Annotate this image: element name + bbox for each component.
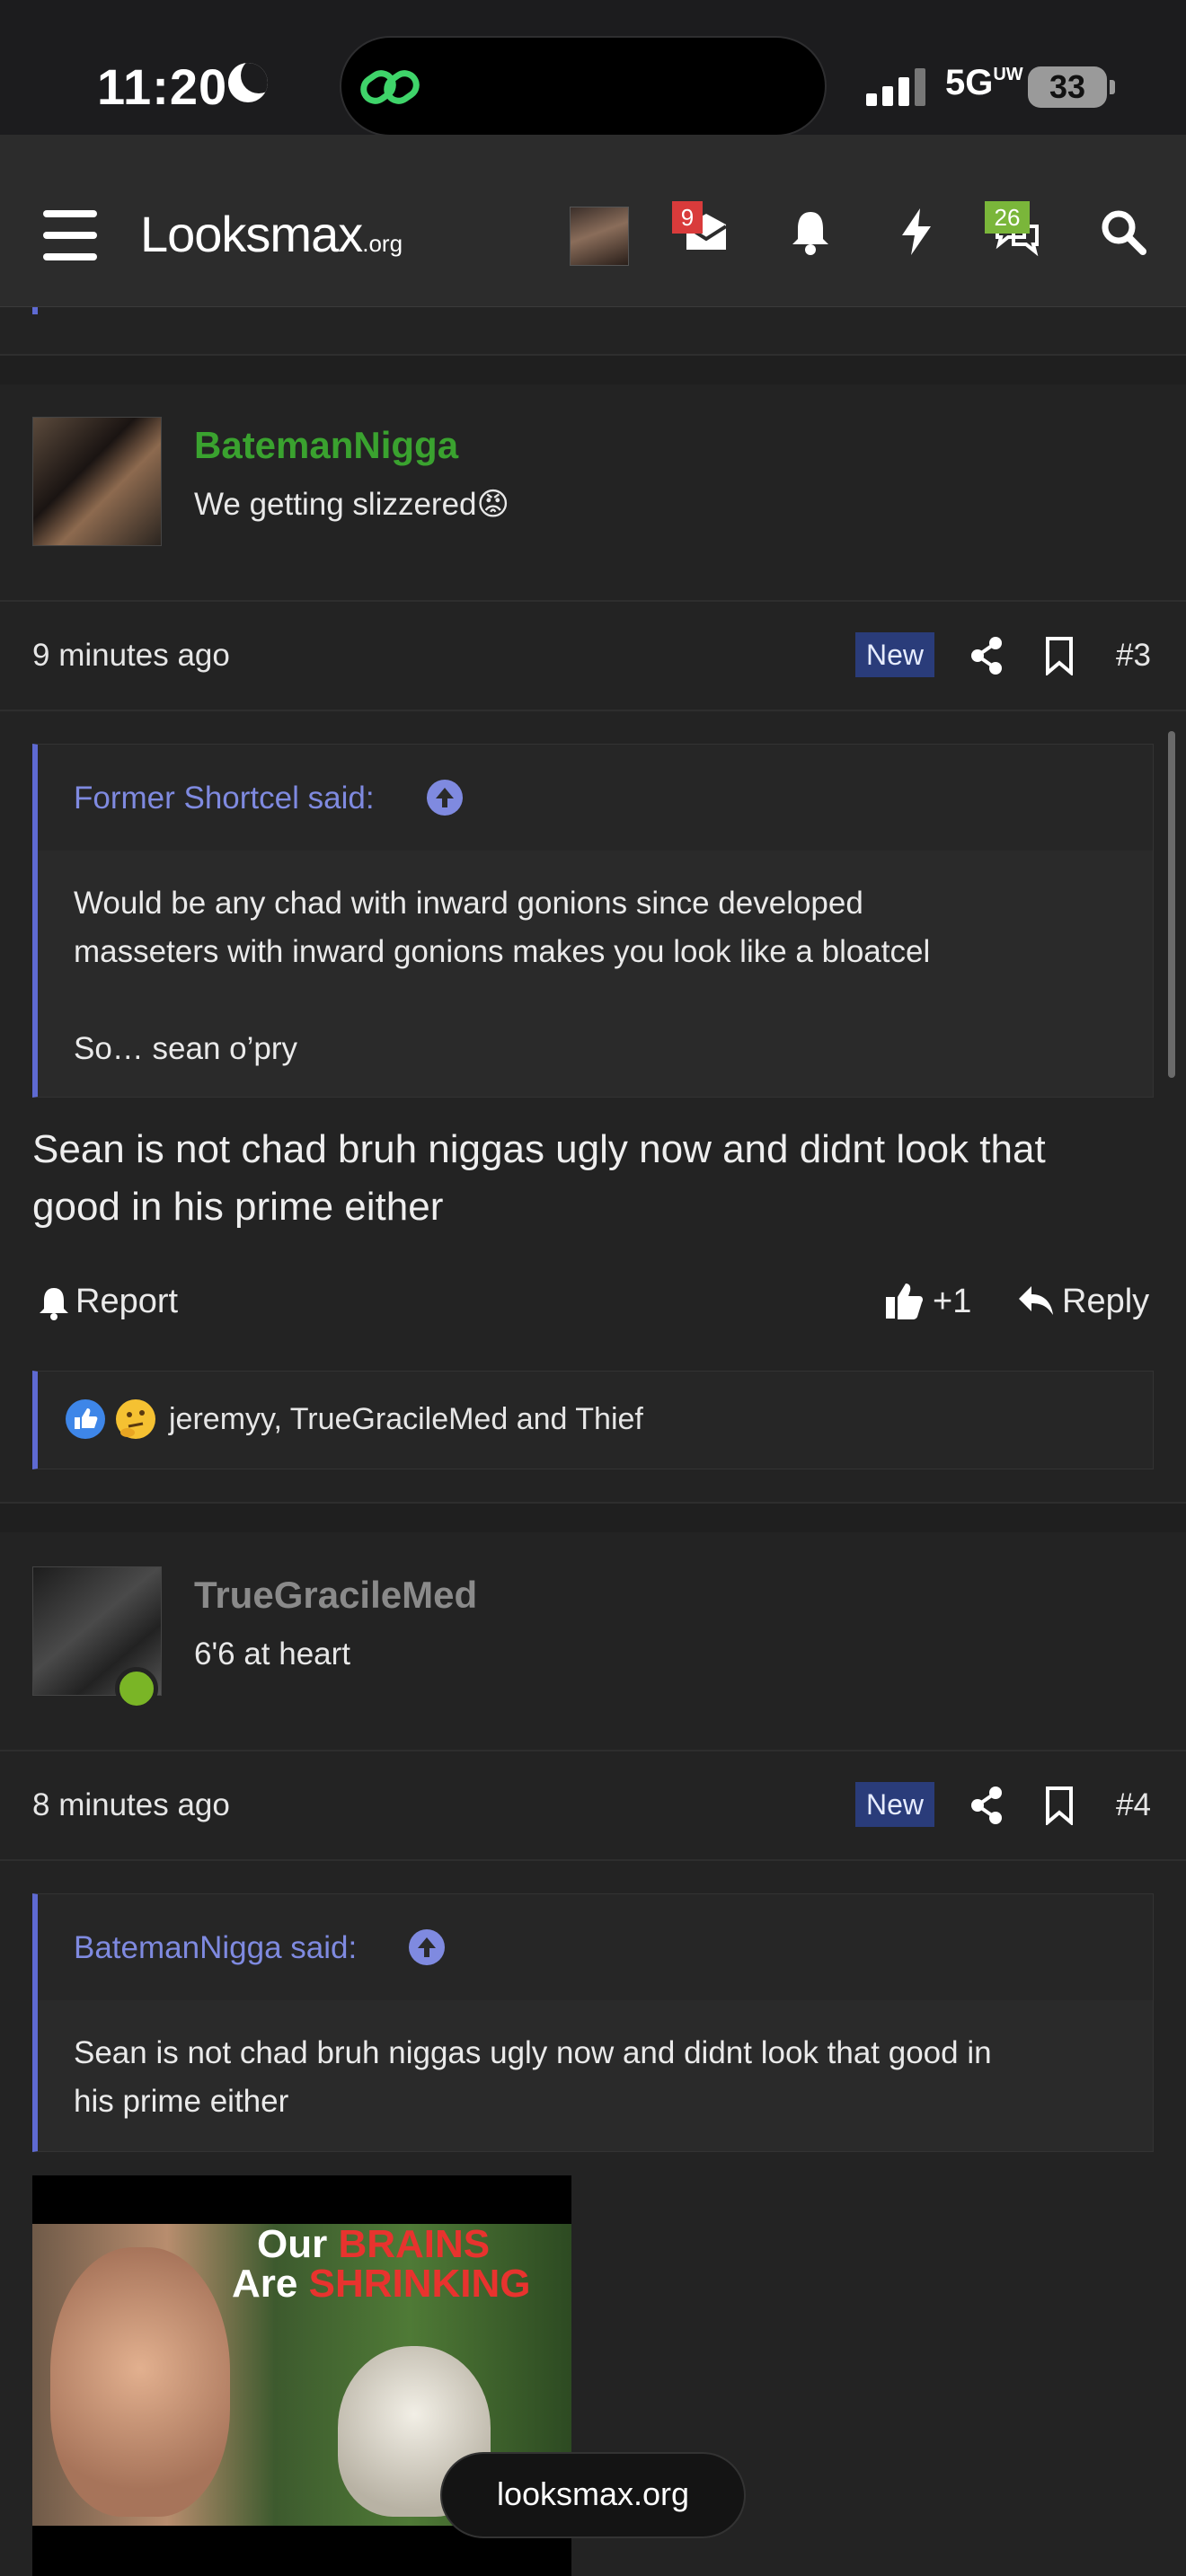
battery-tip <box>1110 80 1115 94</box>
thumbs-up-icon[interactable] <box>884 1281 924 1320</box>
bookmark-icon[interactable] <box>1044 1786 1075 1825</box>
user-title: 6'6 at heart <box>194 1636 351 1672</box>
post-text-line: good in his prime either <box>32 1185 444 1229</box>
post-username[interactable]: TrueGracileMed <box>194 1574 477 1617</box>
post-time[interactable]: 8 minutes ago <box>32 1787 230 1823</box>
go-to-quote-icon[interactable] <box>426 779 464 816</box>
quote-line: Would be any chad with inward gonions si… <box>74 886 863 921</box>
bell-icon[interactable] <box>783 205 837 259</box>
network-type: 5GUW <box>945 63 1023 102</box>
post-gap <box>0 356 1186 384</box>
link-activity-icon <box>360 70 420 104</box>
account-avatar[interactable] <box>570 207 629 266</box>
quote-line: Sean is not chad bruh niggas ugly now an… <box>74 2035 992 2070</box>
battery-indicator: 33 <box>1028 66 1107 108</box>
quote-line: So… sean o’pry <box>74 1031 298 1066</box>
like-count[interactable]: +1 <box>933 1283 971 1321</box>
site-logo[interactable]: Looksmax.org <box>140 205 403 263</box>
search-icon[interactable] <box>1096 205 1150 259</box>
thinking-reaction-icon <box>116 1399 155 1439</box>
quote-line: his prime either <box>74 2084 289 2119</box>
thumbnail-face <box>50 2247 230 2517</box>
meta-divider <box>0 1859 1186 1861</box>
post-username[interactable]: BatemanNigga <box>194 424 458 467</box>
previous-quote-edge <box>32 307 38 314</box>
quote-block: Former Shortcel said: Would be any chad … <box>32 744 1154 1098</box>
new-badge: New <box>855 1782 934 1827</box>
bell-icon <box>40 1288 68 1320</box>
reply-label: Reply <box>1062 1283 1150 1320</box>
post-number[interactable]: #3 <box>1116 638 1151 674</box>
quote-author[interactable]: Former Shortcel said: <box>74 781 375 816</box>
report-label: Report <box>75 1283 179 1320</box>
post-gap <box>0 1504 1186 1532</box>
quote-block: BatemanNigga said: Sean is not chad bruh… <box>32 1893 1154 2152</box>
quote-line: masseters with inward gonions makes you … <box>74 934 931 969</box>
online-status-dot <box>115 1667 158 1710</box>
post-number[interactable]: #4 <box>1116 1787 1151 1823</box>
post-time[interactable]: 9 minutes ago <box>32 638 230 674</box>
thumbnail-title-line2: Are SHRINKING <box>232 2262 531 2306</box>
like-reaction-icon <box>66 1399 105 1439</box>
share-icon[interactable] <box>969 636 1005 675</box>
bookmark-icon[interactable] <box>1044 636 1075 675</box>
thumbnail-title-line1: Our BRAINS <box>257 2222 491 2266</box>
go-to-quote-icon[interactable] <box>408 1928 446 1966</box>
focus-moon-icon <box>228 63 268 102</box>
reactions-bar[interactable]: jeremyy, TrueGracileMed and Thief <box>32 1371 1154 1469</box>
reaction-users: jeremyy, TrueGracileMed and Thief <box>169 1402 643 1436</box>
scrollbar-thumb[interactable] <box>1168 731 1175 1078</box>
cellular-signal-icon <box>866 68 925 106</box>
chat-count-badge: 26 <box>985 201 1030 234</box>
reply-icon <box>1019 1286 1053 1315</box>
url-pill-label: looksmax.org <box>496 2475 690 2512</box>
post-text-line: Sean is not chad bruh niggas ugly now an… <box>32 1127 1046 1171</box>
user-title: We getting slizzered😡 <box>194 487 509 522</box>
meta-divider <box>0 600 1186 602</box>
quote-author[interactable]: BatemanNigga said: <box>74 1930 357 1966</box>
status-time: 11:20 <box>97 58 228 115</box>
meta-divider <box>0 710 1186 711</box>
share-icon[interactable] <box>969 1786 1005 1825</box>
meta-divider <box>0 1750 1186 1751</box>
lightning-icon[interactable] <box>890 205 943 259</box>
inbox-count-badge: 9 <box>672 201 703 234</box>
user-avatar[interactable] <box>32 417 162 546</box>
new-badge: New <box>855 632 934 677</box>
